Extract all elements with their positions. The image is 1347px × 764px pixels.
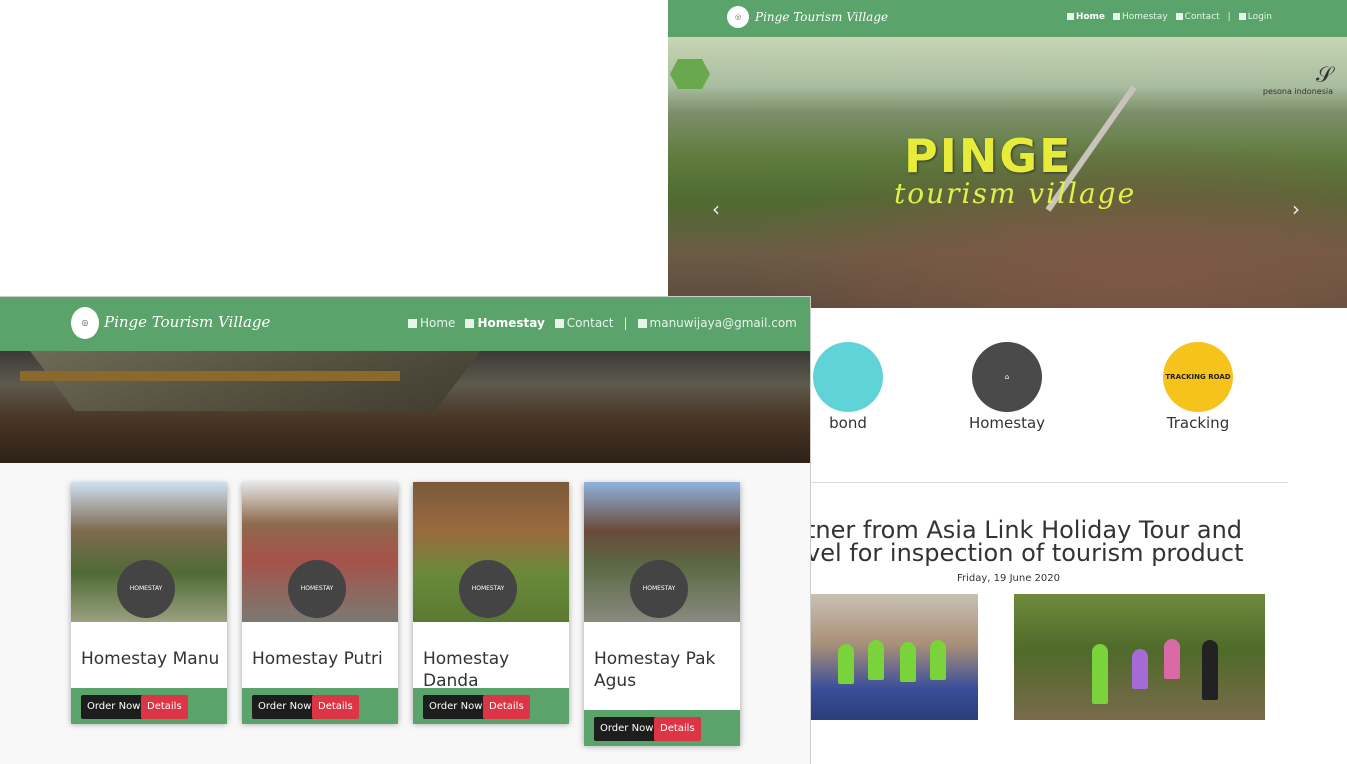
village-logo[interactable]: ◎: [71, 307, 99, 339]
details-button[interactable]: Details: [654, 717, 701, 741]
order-now-button[interactable]: Order Now: [423, 695, 489, 719]
pesona-indonesia-logo: 𝒮pesona indonesia: [1262, 63, 1333, 97]
beam-shape: [20, 371, 400, 381]
homestay-logo-icon: HOMESTAY: [288, 560, 346, 618]
order-now-button[interactable]: Order Now: [81, 695, 147, 719]
person-figure: [838, 644, 854, 684]
news-title-line: vel for inspection of tourism product: [806, 539, 1244, 567]
nav-login-label: Login: [1247, 12, 1272, 22]
nav-contact-label: Contact: [566, 316, 614, 330]
homestay-card: HOMESTAY Homestay Danda Order Now Detail…: [413, 482, 569, 724]
homestay-hero-image: [0, 351, 810, 463]
login-icon: [1238, 13, 1246, 20]
nav-homestay[interactable]: Homestay: [465, 316, 545, 330]
person-figure: [1164, 639, 1180, 679]
nav-homestay[interactable]: Homestay: [1113, 12, 1168, 22]
building-icon: [1113, 13, 1121, 20]
person-figure: [868, 640, 884, 680]
contact-icon: [554, 319, 564, 328]
homestay-name: Homestay Danda: [423, 649, 510, 691]
service-label: Tracking: [1166, 414, 1230, 432]
hero-subtitle: tourism village: [894, 177, 1137, 210]
homestay-icon: ⌂: [972, 342, 1042, 412]
carousel-prev-icon[interactable]: ‹: [712, 197, 720, 221]
card-footer: Order Now Details: [71, 688, 227, 724]
carousel-next-icon[interactable]: ›: [1292, 197, 1300, 221]
news-photo-forest[interactable]: [1014, 594, 1265, 720]
building-icon: [465, 319, 475, 328]
province-emblem: [670, 59, 710, 89]
nav-user-label: manuwijaya@gmail.com: [649, 316, 797, 330]
person-figure: [930, 640, 946, 680]
contact-icon: [1175, 13, 1183, 20]
roof-shape: [30, 351, 480, 411]
nav-links: Home Homestay Contact | manuwijaya@gmail…: [408, 316, 797, 330]
nav-separator: |: [623, 316, 628, 330]
homestay-logo-icon: HOMESTAY: [630, 560, 688, 618]
home-icon: [408, 319, 417, 328]
homestay-logo-icon: HOMESTAY: [117, 560, 175, 618]
pesona-logo-text: pesona indonesia: [1262, 87, 1333, 96]
nav-contact[interactable]: Contact: [1175, 12, 1220, 22]
details-button[interactable]: Details: [141, 695, 188, 719]
homestay-page-screenshot: ◎ Pinge Tourism Village Home Homestay Co…: [0, 296, 811, 764]
nav-user[interactable]: manuwijaya@gmail.com: [637, 316, 797, 330]
card-footer: Order Now Details: [584, 710, 740, 746]
nav-login[interactable]: Login: [1238, 12, 1272, 22]
person-figure: [1202, 640, 1218, 700]
homestay-name: Homestay Manu: [81, 649, 220, 669]
user-icon: [637, 319, 647, 328]
nav-separator: |: [1227, 12, 1231, 22]
nav-home-label: Home: [420, 316, 456, 330]
details-button[interactable]: Details: [483, 695, 530, 719]
nav-home[interactable]: Home: [408, 316, 455, 330]
hero-carousel: 𝒮pesona indonesia PINGE tourism village …: [668, 37, 1347, 308]
news-photo-group[interactable]: [810, 594, 978, 720]
order-now-button[interactable]: Order Now: [252, 695, 318, 719]
outbond-icon: [813, 342, 883, 412]
village-logo[interactable]: ◎: [727, 6, 749, 28]
section-divider: [810, 482, 1288, 483]
service-tracking[interactable]: TRACKING ROAD Tracking: [1138, 342, 1258, 432]
nav-homestay-label: Homestay: [477, 316, 545, 330]
homestay-card: HOMESTAY Homestay Manu Order Now Details: [71, 482, 227, 724]
homestay-logo-icon: HOMESTAY: [459, 560, 517, 618]
navbar: ◎ Pinge Tourism Village Home Homestay Co…: [0, 297, 810, 351]
navbar: ◎ Pinge Tourism Village Home Homestay Co…: [668, 0, 1347, 37]
homestay-card: HOMESTAY Homestay Putri Order Now Detail…: [242, 482, 398, 724]
person-figure: [1132, 649, 1148, 689]
nav-home-label: Home: [1075, 12, 1106, 22]
card-footer: Order Now Details: [242, 688, 398, 724]
person-figure: [1092, 644, 1108, 704]
hero-title: PINGE: [904, 129, 1073, 183]
news-title[interactable]: tner from Asia Link Holiday Tour and vel…: [806, 518, 1244, 567]
nav-homestay-label: Homestay: [1122, 12, 1168, 22]
tracking-road-icon: TRACKING ROAD: [1163, 342, 1233, 412]
brand-name[interactable]: Pinge Tourism Village: [104, 313, 270, 331]
card-footer: Order Now Details: [413, 688, 569, 724]
service-label: Homestay: [968, 414, 1046, 432]
nav-contact-label: Contact: [1184, 12, 1220, 22]
nav-contact[interactable]: Contact: [554, 316, 614, 330]
brand-name[interactable]: Pinge Tourism Village: [755, 10, 888, 24]
order-now-button[interactable]: Order Now: [594, 717, 660, 741]
person-figure: [900, 642, 916, 682]
nav-links: Home Homestay Contact | Login: [1066, 12, 1272, 22]
home-icon: [1066, 13, 1074, 20]
homestay-name: Homestay Pak Agus: [594, 649, 716, 691]
homestay-card: HOMESTAY Homestay Pak Agus Order Now Det…: [584, 482, 740, 746]
details-button[interactable]: Details: [312, 695, 359, 719]
service-homestay[interactable]: ⌂ Homestay: [947, 342, 1067, 432]
nav-home[interactable]: Home: [1066, 12, 1106, 22]
homestay-name: Homestay Putri: [252, 649, 383, 669]
news-date: Friday, 19 June 2020: [957, 573, 1060, 584]
